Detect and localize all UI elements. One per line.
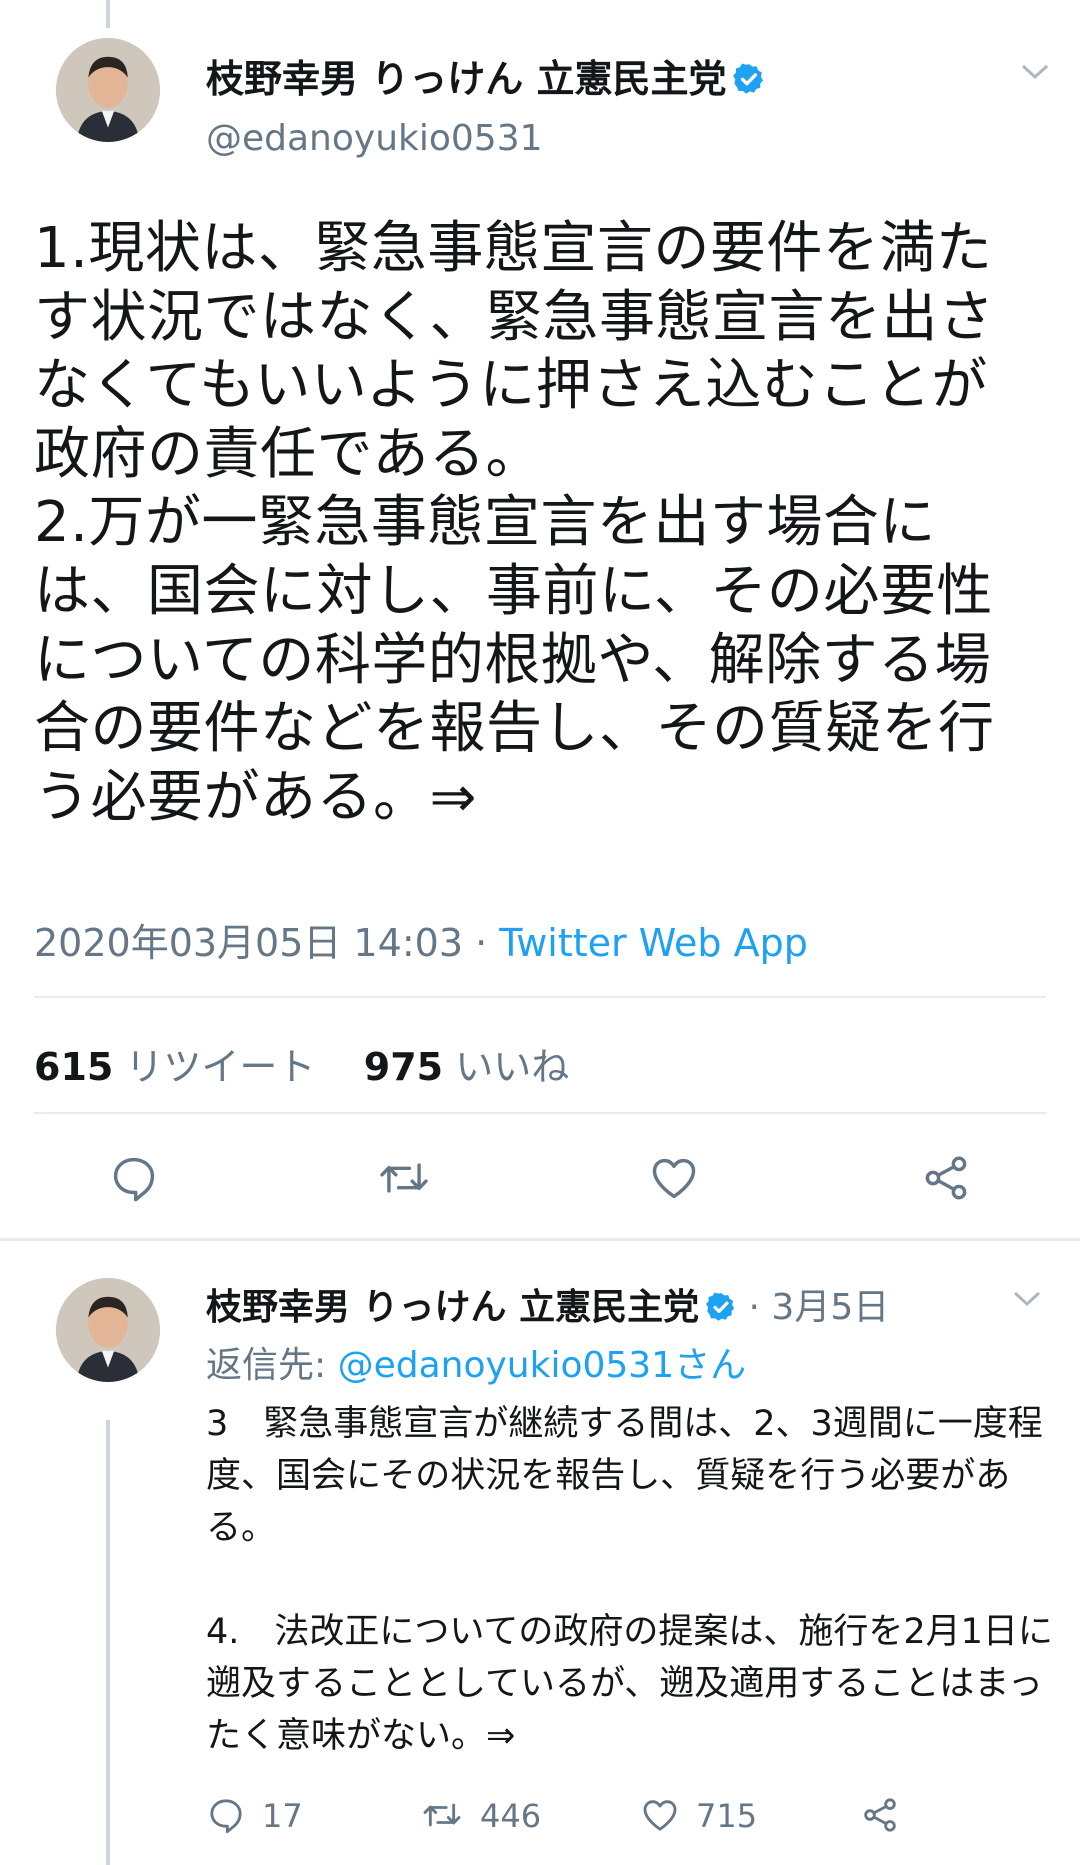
- like-button[interactable]: 715: [640, 1795, 757, 1835]
- verified-badge-icon: [732, 61, 766, 105]
- like-count: 715: [696, 1797, 758, 1835]
- thread-line-bottom: [106, 1420, 110, 1865]
- reply-to-line: 返信先: @edanoyukio0531さん: [206, 1336, 746, 1388]
- verified-badge-icon: [705, 1291, 737, 1332]
- divider: [34, 1112, 1046, 1114]
- tweet-source-link[interactable]: Twitter Web App: [499, 921, 808, 965]
- retweet-count: 615: [34, 1045, 114, 1089]
- retweet-label: リツイート: [125, 1045, 316, 1089]
- tweet-text: 1.現状は、緊急事態宣言の要件を満たす状況ではなく、緊急事態宣言を出さなくてもい…: [34, 216, 995, 830]
- avatar[interactable]: [56, 38, 160, 142]
- reply-icon[interactable]: [108, 1152, 160, 1208]
- likes-stat[interactable]: 975 いいね: [364, 1045, 569, 1089]
- divider: [34, 996, 1046, 998]
- tweet-text: 3 緊急事態宣言が継続する間は、2、3週間に一度程度、国会にその状況を報告し、質…: [206, 1404, 1053, 1756]
- avatar[interactable]: [56, 1278, 160, 1382]
- share-icon[interactable]: [920, 1152, 972, 1208]
- author-name[interactable]: 枝野幸男 りっけん 立憲民主党: [206, 1287, 699, 1328]
- like-label: いいね: [455, 1045, 570, 1089]
- share-button[interactable]: [860, 1795, 916, 1835]
- retweet-button[interactable]: 446: [420, 1795, 541, 1835]
- retweet-count: 446: [480, 1797, 542, 1835]
- tweet-date[interactable]: · 3月5日: [749, 1287, 890, 1328]
- tweet-timestamp[interactable]: 2020年03月05日 14:03: [34, 921, 463, 965]
- retweet-icon[interactable]: [376, 1152, 432, 1208]
- like-count: 975: [363, 1045, 444, 1089]
- meta-separator: ·: [463, 921, 500, 965]
- tweet-stats: 615 リツイート 975 いいね: [34, 1036, 569, 1091]
- retweet-icon: [423, 1803, 461, 1827]
- tweet-meta: 2020年03月05日 14:03 · Twitter Web App: [34, 912, 808, 967]
- heart-icon[interactable]: [648, 1152, 700, 1208]
- reply-to-handle[interactable]: @edanoyukio0531さん: [338, 1345, 747, 1386]
- reply-header: 枝野幸男 りっけん 立憲民主党 · 3月5日: [206, 1278, 889, 1332]
- tweet-actions: [0, 1150, 1080, 1210]
- heart-icon: [643, 1800, 677, 1831]
- reply-icon: [210, 1799, 242, 1834]
- reply-button[interactable]: 17: [206, 1795, 303, 1835]
- reply-count: 17: [262, 1797, 303, 1835]
- retweets-stat[interactable]: 615 リツイート: [34, 1045, 315, 1089]
- author-name[interactable]: 枝野幸男 りっけん 立憲民主党: [206, 48, 766, 105]
- share-icon: [864, 1798, 896, 1832]
- chevron-down-icon[interactable]: [1020, 55, 1050, 90]
- author-name-text[interactable]: 枝野幸男 りっけん 立憲民主党: [206, 57, 726, 101]
- reply-to-prefix: 返信先:: [206, 1345, 338, 1386]
- author-handle[interactable]: @edanoyukio0531: [206, 118, 543, 159]
- section-separator: [0, 1238, 1080, 1241]
- thread-line-top: [106, 0, 110, 28]
- chevron-down-icon[interactable]: [1012, 1282, 1042, 1317]
